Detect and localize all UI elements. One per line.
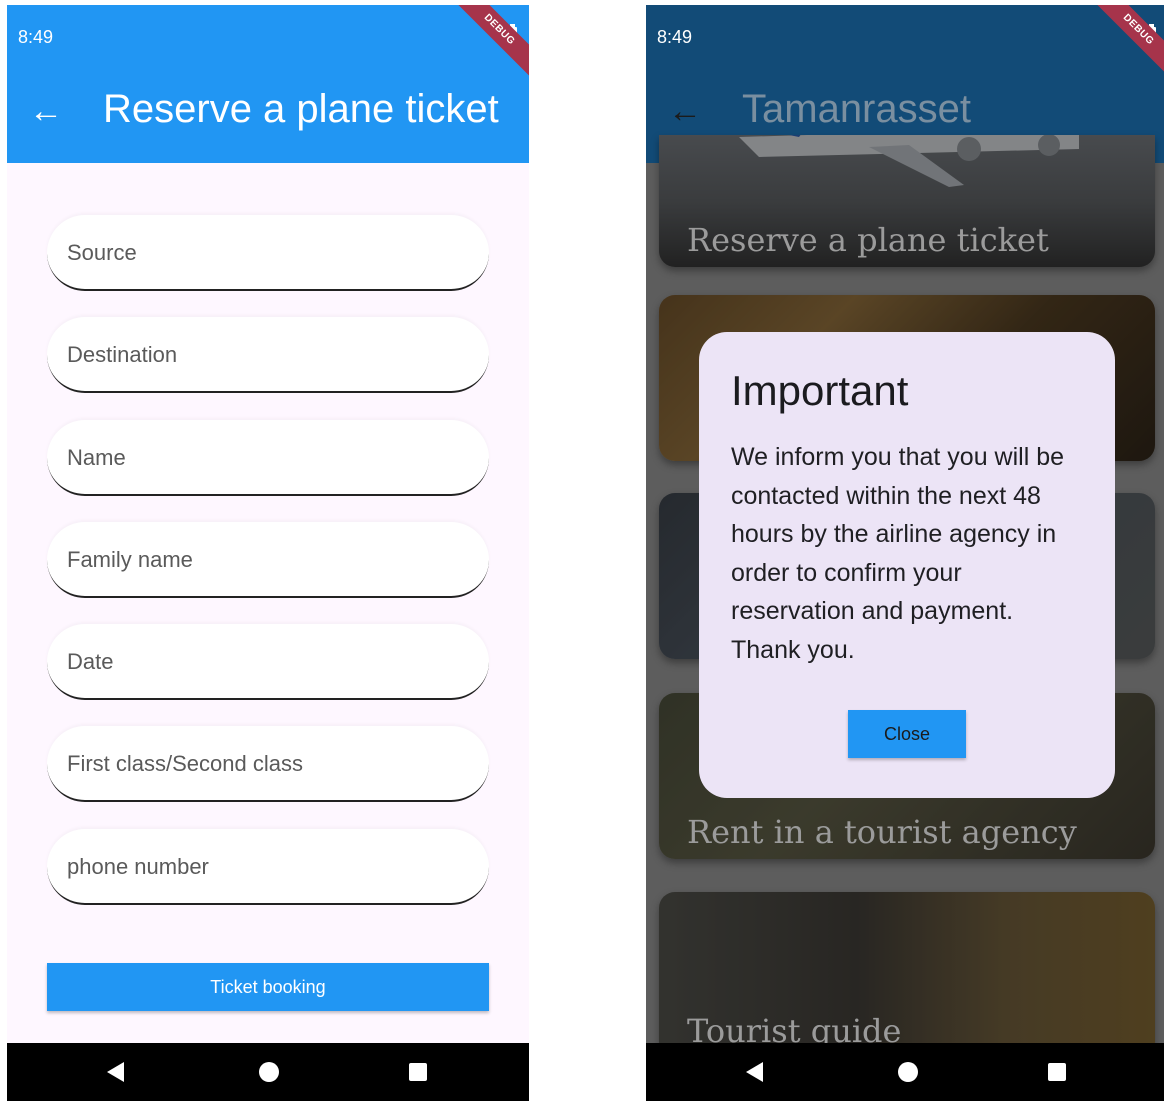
date-input[interactable]	[67, 642, 467, 682]
page-title: Tamanrasset	[742, 87, 971, 131]
card-label: Rent in a tourist agency	[687, 813, 1077, 851]
status-time: 8:49	[657, 27, 693, 47]
nav-home-icon[interactable]	[259, 1062, 279, 1082]
page-title: Reserve a plane ticket	[103, 87, 499, 131]
name-input[interactable]	[67, 438, 467, 478]
card-tourist-guide[interactable]: Tourist guide	[659, 892, 1155, 1058]
status-bar: 8:49	[7, 5, 529, 71]
nav-recents-icon[interactable]	[1048, 1063, 1066, 1081]
date-field[interactable]	[47, 624, 489, 700]
phone-number-field[interactable]	[47, 829, 489, 905]
family-name-input[interactable]	[67, 540, 467, 580]
nav-back-icon[interactable]	[746, 1062, 763, 1082]
important-dialog: Important We inform you that you will be…	[699, 332, 1115, 798]
status-time: 8:49	[18, 27, 54, 47]
card-label: Reserve a plane ticket	[687, 221, 1049, 259]
dialog-message: We inform you that you will be contacted…	[731, 443, 1065, 664]
app-bar: ← Reserve a plane ticket	[7, 71, 529, 163]
system-nav-bar	[7, 1043, 529, 1101]
class-field[interactable]	[47, 726, 489, 802]
close-button[interactable]: Close	[848, 710, 966, 758]
status-bar: 8:49	[646, 5, 1164, 71]
destination-field[interactable]	[47, 317, 489, 393]
nav-home-icon[interactable]	[898, 1062, 918, 1082]
card-reserve-plane-ticket[interactable]: Reserve a plane ticket	[659, 135, 1155, 267]
class-input[interactable]	[67, 744, 467, 784]
destination-input[interactable]	[67, 335, 467, 375]
source-field[interactable]	[47, 215, 489, 291]
reserve-ticket-screen: 8:49 DEBUG ← Reserve a plane ticket Tick…	[7, 5, 529, 1101]
home-screen-with-dialog: 8:49 DEBUG ← Tamanrasset Reserve a plane…	[646, 5, 1164, 1101]
back-arrow-icon[interactable]: ←	[29, 91, 63, 131]
name-field[interactable]	[47, 420, 489, 496]
phone-number-input[interactable]	[67, 847, 467, 887]
system-nav-bar	[646, 1043, 1164, 1101]
ticket-booking-button[interactable]: Ticket booking	[47, 963, 489, 1011]
family-name-field[interactable]	[47, 522, 489, 598]
nav-back-icon[interactable]	[107, 1062, 124, 1082]
nav-recents-icon[interactable]	[409, 1063, 427, 1081]
dialog-title: Important	[731, 367, 909, 414]
back-arrow-icon[interactable]: ←	[668, 91, 702, 131]
source-input[interactable]	[67, 233, 467, 273]
